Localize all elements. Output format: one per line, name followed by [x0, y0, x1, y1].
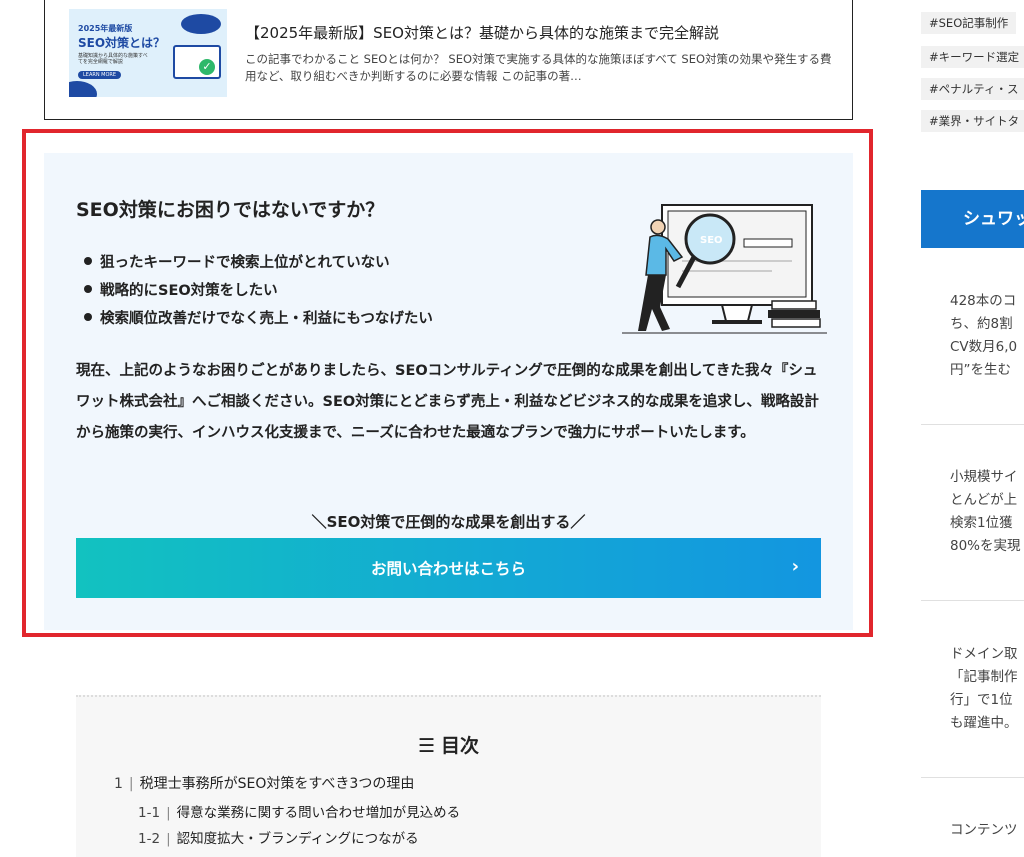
- snippet-line: 小規模サイ: [950, 469, 1018, 485]
- related-article-title[interactable]: 【2025年最新版】SEO対策とは？基礎から具体的な施策まで完全解説: [245, 22, 719, 43]
- toc-separator: |: [166, 805, 171, 821]
- toc-item-label: 認知度拡大・ブランディングにつながる: [176, 831, 419, 847]
- sidebar-divider: [921, 424, 1024, 425]
- sidebar-divider: [921, 777, 1024, 778]
- cta-bullet: 戦略的にSEO対策をしたい: [84, 277, 433, 305]
- sidebar-case-snippet[interactable]: 小規模サイ とんどが上 検索1位獲 80%を実現: [950, 466, 1024, 558]
- toc-separator: |: [128, 776, 134, 792]
- bullet-icon: [84, 313, 92, 321]
- snippet-line: 428本のコ: [950, 293, 1017, 309]
- snippet-line: 検索1位獲: [950, 515, 1013, 531]
- cta-bullet-list: 狙ったキーワードで検索上位がとれていない 戦略的にSEO対策をしたい 検索順位改…: [84, 249, 433, 333]
- bullet-icon: [84, 285, 92, 293]
- thumbnail-text: SEO対策とは？: [78, 36, 166, 50]
- seo-magnifier-illustration: SEO: [622, 204, 827, 334]
- toc-subitem[interactable]: 1-2 | 認知度拡大・ブランディングにつながる: [138, 827, 419, 847]
- sidebar-divider: [921, 600, 1024, 601]
- cta-box: SEO対策にお困りではないですか？ 狙ったキーワードで検索上位がとれていない 戦…: [44, 153, 853, 630]
- snippet-line: 行」で1位: [950, 692, 1013, 708]
- snippet-line: CV数月6,0: [950, 339, 1018, 355]
- toc-subitem[interactable]: 1-1 | 得意な業務に関する問い合わせ増加が見込める: [138, 801, 460, 821]
- thumbnail-button: LEARN MORE: [78, 71, 122, 79]
- bullet-icon: [84, 257, 92, 265]
- thumbnail-shape: [181, 14, 221, 34]
- cta-heading: SEO対策にお困りではないですか？: [76, 199, 385, 221]
- contact-button-label: お問い合わせはこちら: [370, 560, 526, 578]
- check-icon: ✓: [199, 59, 215, 75]
- cta-bullet-text: 戦略的にSEO対策をしたい: [100, 283, 278, 299]
- sidebar-case-snippet[interactable]: ドメイン取 「記事制作 行」で1位 も躍進中。: [950, 643, 1024, 735]
- snippet-line: 80%を実現: [950, 538, 1021, 554]
- snippet-line: 円”を生む: [950, 362, 1011, 378]
- thumbnail-text: 基礎知識から具体的な施策すべてを完全網羅で解説: [78, 53, 148, 65]
- related-article-excerpt: この記事でわかること SEOとは何か？ SEO対策で実施する具体的な施策ほぼすべ…: [245, 52, 832, 83]
- toc-item[interactable]: 1 | 税理士事務所がSEO対策をすべき3つの理由: [114, 773, 414, 793]
- cta-bullet: 狙ったキーワードで検索上位がとれていない: [84, 249, 433, 277]
- tag-link[interactable]: #業界・サイトタ: [921, 110, 1024, 132]
- contact-button[interactable]: お問い合わせはこちら ›: [76, 538, 821, 598]
- article-thumbnail[interactable]: 2025年最新版 SEO対策とは？ 基礎知識から具体的な施策すべてを完全網羅で解…: [69, 9, 227, 97]
- list-icon: ☰: [417, 735, 436, 757]
- illustration-label: SEO: [700, 235, 723, 246]
- snippet-line: とんどが上: [950, 492, 1018, 508]
- sidebar-case-snippet[interactable]: 428本のコ ち、約8割 CV数月6,0 円”を生む: [950, 290, 1024, 382]
- toc-title-text: 目次: [441, 735, 480, 757]
- thumbnail-text: 2025年最新版: [78, 24, 133, 33]
- thumbnail-shape: [69, 81, 97, 97]
- cta-body-text: 現在、上記のようなお困りごとがありましたら、SEOコンサルティングで圧倒的な成果…: [76, 363, 819, 441]
- toc-item-number: 1-1: [138, 805, 161, 821]
- related-article-card[interactable]: 2025年最新版 SEO対策とは？ 基礎知識から具体的な施策すべてを完全網羅で解…: [44, 0, 853, 120]
- snippet-line: も躍進中。: [950, 715, 1018, 731]
- cta-tagline: ＼SEO対策で圧倒的な成果を創出する／: [311, 513, 586, 531]
- tag-link[interactable]: #ペナルティ・ス: [921, 78, 1024, 100]
- tag-link[interactable]: #キーワード選定: [921, 46, 1024, 68]
- toc-separator: |: [166, 831, 171, 847]
- cta-bullet: 検索順位改善だけでなく売上・利益にもつなげたい: [84, 305, 433, 333]
- cta-bullet-text: 狙ったキーワードで検索上位がとれていない: [100, 255, 390, 271]
- sidebar-banner[interactable]: シュワッ: [921, 190, 1024, 248]
- toc-item-label: 税理士事務所がSEO対策をすべき3つの理由: [139, 776, 415, 792]
- toc-item-number: 1: [114, 776, 123, 792]
- toc-item-label: 得意な業務に関する問い合わせ増加が見込める: [176, 805, 461, 821]
- snippet-line: コンテンツ: [950, 822, 1018, 838]
- snippet-line: ち、約8割: [950, 316, 1013, 332]
- snippet-line: ドメイン取: [950, 646, 1018, 662]
- chevron-right-icon: ›: [791, 556, 799, 577]
- tag-link[interactable]: #SEO記事制作: [921, 12, 1017, 34]
- toc-title[interactable]: ☰ 目次: [76, 731, 821, 758]
- table-of-contents: ☰ 目次 1 | 税理士事務所がSEO対策をすべき3つの理由 1-1 | 得意な業務に関す…: [76, 695, 821, 857]
- toc-item-number: 1-2: [138, 831, 161, 847]
- snippet-line: 「記事制作: [950, 669, 1018, 685]
- sidebar-case-snippet[interactable]: コンテンツ: [950, 819, 1024, 842]
- cta-bullet-text: 検索順位改善だけでなく売上・利益にもつなげたい: [100, 311, 433, 327]
